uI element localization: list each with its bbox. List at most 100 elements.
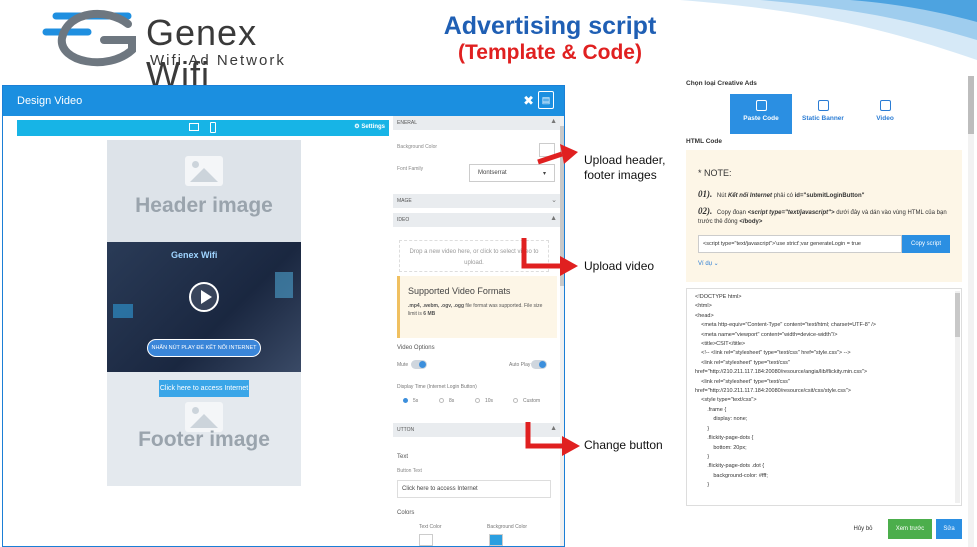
- note-number: 01).: [698, 189, 713, 199]
- time-radio-8s[interactable]: [439, 398, 444, 403]
- code-line: .frame {: [695, 406, 727, 413]
- tab-paste-code[interactable]: Paste Code: [730, 94, 792, 134]
- arrow-change-button-icon: [525, 422, 580, 456]
- image-icon: [817, 100, 829, 111]
- save-icon[interactable]: ▤: [538, 91, 554, 109]
- code-line: <link rel="stylesheet" type="text/css": [695, 359, 790, 366]
- genex-g-icon: [42, 9, 136, 67]
- code-line: display: none;: [695, 416, 748, 423]
- time-label: 10s: [485, 398, 494, 404]
- section-general-label: ENERAL: [397, 120, 418, 126]
- copy-script-button[interactable]: Copy script: [902, 235, 950, 253]
- video-logo: Genex Wifi: [171, 250, 218, 260]
- code-line: href="http://210.211.117.184:20080/resou…: [695, 369, 868, 376]
- annotation-line: Upload header,: [584, 153, 666, 167]
- headline-subtitle: (Template & Code): [458, 41, 642, 64]
- time-label: 8s: [449, 398, 455, 404]
- creative-type-title: Chọn loại Creative Ads: [686, 80, 757, 87]
- preview-button[interactable]: Xem trước: [888, 519, 932, 539]
- section-button-label: UTTON: [397, 427, 415, 433]
- mute-toggle[interactable]: [411, 360, 427, 369]
- text-color-label: Text Color: [419, 524, 442, 530]
- tab-video[interactable]: Video: [854, 94, 916, 134]
- mobile-icon[interactable]: [210, 122, 216, 133]
- video-preview[interactable]: Genex Wifi NHẤN NÚT PLAY ĐỂ KẾT NỐI INTE…: [107, 242, 301, 372]
- footer-image[interactable]: Footer image: [107, 398, 301, 486]
- script-snippet-input[interactable]: <script type="text/javascript">'use stri…: [698, 235, 902, 253]
- video-deco: [113, 304, 133, 318]
- note-title: * NOTE:: [698, 168, 732, 178]
- mute-label: Mute: [397, 362, 409, 368]
- time-radio-10s[interactable]: [475, 398, 480, 403]
- phone-preview: Header image Genex Wifi NHẤN NÚT PLAY ĐỂ…: [107, 140, 301, 486]
- footer-image-label: Footer image: [138, 428, 270, 451]
- code-lines: <!DOCTYPE html> <html> <head> <meta http-e…: [695, 293, 953, 491]
- tab-label: Video: [876, 115, 894, 122]
- time-label: 5s: [413, 398, 419, 404]
- design-video-panel: Design Video ✖ ▤ ⚙ Settings Header image…: [2, 85, 565, 547]
- code-line: }: [695, 482, 710, 489]
- autoplay-label: Auto Play: [509, 362, 531, 368]
- video-deco: [275, 272, 293, 298]
- autoplay-toggle[interactable]: [531, 360, 547, 369]
- header-image[interactable]: Header image: [107, 140, 301, 242]
- html-code-editor[interactable]: <!DOCTYPE html> <html> <head> <meta http-e…: [686, 288, 962, 506]
- arrow-upload-video-icon: [521, 238, 578, 276]
- supported-formats-desc: .mp4, .webm, .ogv, .ogg file format was …: [408, 302, 549, 318]
- section-image[interactable]: MAGE ⌄: [393, 194, 561, 208]
- code-line: <!DOCTYPE html>: [695, 294, 742, 300]
- settings-scrollbar[interactable]: [560, 116, 564, 546]
- annotation-upload-video: Upload video: [584, 259, 655, 273]
- code-line: <!-- <link rel="stylesheet" type="text/c…: [695, 350, 851, 357]
- note-text: Nút: [716, 193, 728, 199]
- headline-title: Advertising script: [443, 12, 657, 40]
- code-line: <html>: [695, 303, 712, 310]
- video-connect-button[interactable]: NHẤN NÚT PLAY ĐỂ KẾT NỐI INTERNET: [147, 339, 261, 357]
- code-line: bottom: 20px;: [695, 444, 747, 451]
- edit-button[interactable]: Sửa: [936, 519, 962, 539]
- code-line: href="http://210.211.117.184:20080/resou…: [695, 388, 851, 395]
- page-headline: Advertising script (Template & Code): [400, 12, 700, 65]
- access-internet-button[interactable]: Click here to access Internet: [159, 380, 249, 397]
- button-bg-color-swatch[interactable]: [489, 534, 503, 546]
- close-icon[interactable]: ✖: [523, 93, 534, 109]
- note-emphasis: </body>: [739, 219, 763, 225]
- settings-label: Settings: [361, 124, 385, 130]
- note-line-1: 01). Nút Kết nối Internet phải có id="su…: [698, 190, 956, 201]
- text-color-swatch[interactable]: [419, 534, 433, 546]
- editor-scrollbar[interactable]: [955, 291, 960, 503]
- note-emphasis: Kết nối Internet: [727, 193, 772, 199]
- arrow-upload-header-icon: [537, 144, 578, 165]
- font-family-label: Font Family: [397, 166, 424, 172]
- desktop-icon[interactable]: [189, 123, 199, 131]
- button-text-input[interactable]: Click here to access Internet: [397, 480, 551, 498]
- background-color-label: Background Color: [397, 144, 438, 150]
- size-limit: 6 MB: [423, 311, 436, 317]
- design-video-title: Design Video: [17, 95, 83, 107]
- cancel-button[interactable]: Hủy bỏ: [848, 519, 878, 539]
- code-note: * NOTE: 01). Nút Kết nối Internet phải c…: [686, 150, 962, 282]
- button-bg-color-label: Background Color: [487, 524, 528, 530]
- annotation-upload-header: Upload header, footer images: [584, 153, 665, 183]
- section-general[interactable]: ENERAL ▲: [393, 116, 561, 130]
- tab-static-banner[interactable]: Static Banner: [792, 94, 854, 134]
- settings-button[interactable]: ⚙ Settings: [354, 123, 385, 130]
- time-radio-custom[interactable]: [513, 398, 518, 403]
- play-icon[interactable]: [189, 282, 219, 312]
- panel-scrollbar[interactable]: [968, 76, 974, 547]
- colors-heading: Colors: [397, 510, 415, 516]
- video-file-icon: [879, 100, 891, 111]
- code-line: <meta name="viewport" content="width=dev…: [695, 331, 838, 338]
- time-label: Custom: [523, 398, 541, 404]
- note-text: phải có: [771, 193, 795, 199]
- code-line: }: [695, 425, 710, 432]
- section-video[interactable]: IDEO ▲: [393, 213, 561, 227]
- time-radio-5s[interactable]: [403, 398, 408, 403]
- settings-panel: ENERAL ▲ Background Color Font Family Mon…: [393, 116, 561, 546]
- annotation-change-button: Change button: [584, 438, 663, 452]
- note-number: 02).: [698, 206, 713, 216]
- display-time-label: Display Time (Internet Login Button): [397, 384, 477, 390]
- preview-area: ⚙ Settings Header image Genex Wifi NHẤN …: [17, 120, 389, 530]
- logo-tagline: Wifi Ad Network: [150, 52, 286, 69]
- example-toggle[interactable]: Ví dụ ⌄: [698, 260, 719, 267]
